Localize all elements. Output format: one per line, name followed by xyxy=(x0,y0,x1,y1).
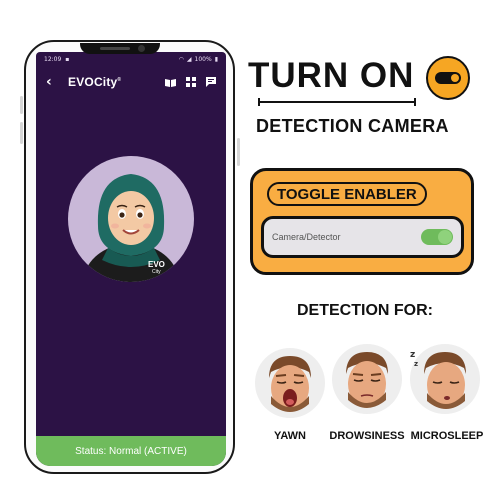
shirt-logo-subtext: City xyxy=(152,269,161,275)
notification-icon: ▪ xyxy=(65,55,70,63)
toggle-enabler-title: TOGGLE ENABLER xyxy=(267,182,427,206)
phone-volume-down xyxy=(20,122,23,144)
driver-avatar: EVO City xyxy=(68,156,194,282)
camera-detector-switch[interactable] xyxy=(421,229,453,245)
back-icon[interactable]: ‹ xyxy=(46,74,60,90)
battery-percent: 100% xyxy=(194,55,212,63)
camera-detector-setting[interactable]: Camera/Detector xyxy=(261,216,464,258)
app-brand: EVOCity® xyxy=(68,75,122,89)
speaker-grille xyxy=(100,47,130,50)
microsleep-face-illustration xyxy=(410,344,480,414)
sleep-z-icon: z xyxy=(414,360,419,368)
setting-label: Camera/Detector xyxy=(272,232,341,242)
detection-label-yawn: YAWN xyxy=(274,430,306,442)
book-icon[interactable] xyxy=(165,78,176,87)
detection-label-microsleep: MICROSLEEP xyxy=(410,430,484,442)
signal-icon: ◢ xyxy=(186,55,192,63)
toggle-enabler-card: TOGGLE ENABLER Camera/Detector xyxy=(250,168,474,275)
battery-icon: ▮ xyxy=(214,55,218,63)
phone-notch xyxy=(80,43,160,54)
headline-subtitle: DETECTION CAMERA xyxy=(256,116,449,136)
yawn-face-illustration xyxy=(255,348,325,418)
status-bar: 12:09 ▪ ◠ ◢ 100% ▮ xyxy=(36,52,226,66)
sleep-z-icon: z xyxy=(410,350,416,360)
wifi-icon: ◠ xyxy=(178,55,184,63)
phone-volume-up xyxy=(20,96,23,114)
front-camera xyxy=(138,45,145,52)
headline-underline xyxy=(258,98,416,106)
phone-screen: 12:09 ▪ ◠ ◢ 100% ▮ ‹ EVOCity® EVO City S… xyxy=(36,52,226,466)
toggle-icon xyxy=(426,56,470,100)
app-bar: ‹ EVOCity® xyxy=(36,68,226,96)
shirt-logo-text: EVO xyxy=(148,260,165,269)
status-footer: Status: Normal (ACTIVE) xyxy=(36,436,226,466)
phone-power-button xyxy=(237,138,240,166)
drowsiness-face-illustration xyxy=(332,344,402,414)
status-time: 12:09 xyxy=(44,55,62,63)
grid-icon[interactable] xyxy=(186,77,196,87)
headline-turn-on: TURN ON xyxy=(248,56,415,95)
message-icon[interactable] xyxy=(206,77,216,87)
detection-heading: DETECTION FOR: xyxy=(297,302,433,319)
detection-label-drowsiness: DROWSINESS xyxy=(329,430,405,442)
